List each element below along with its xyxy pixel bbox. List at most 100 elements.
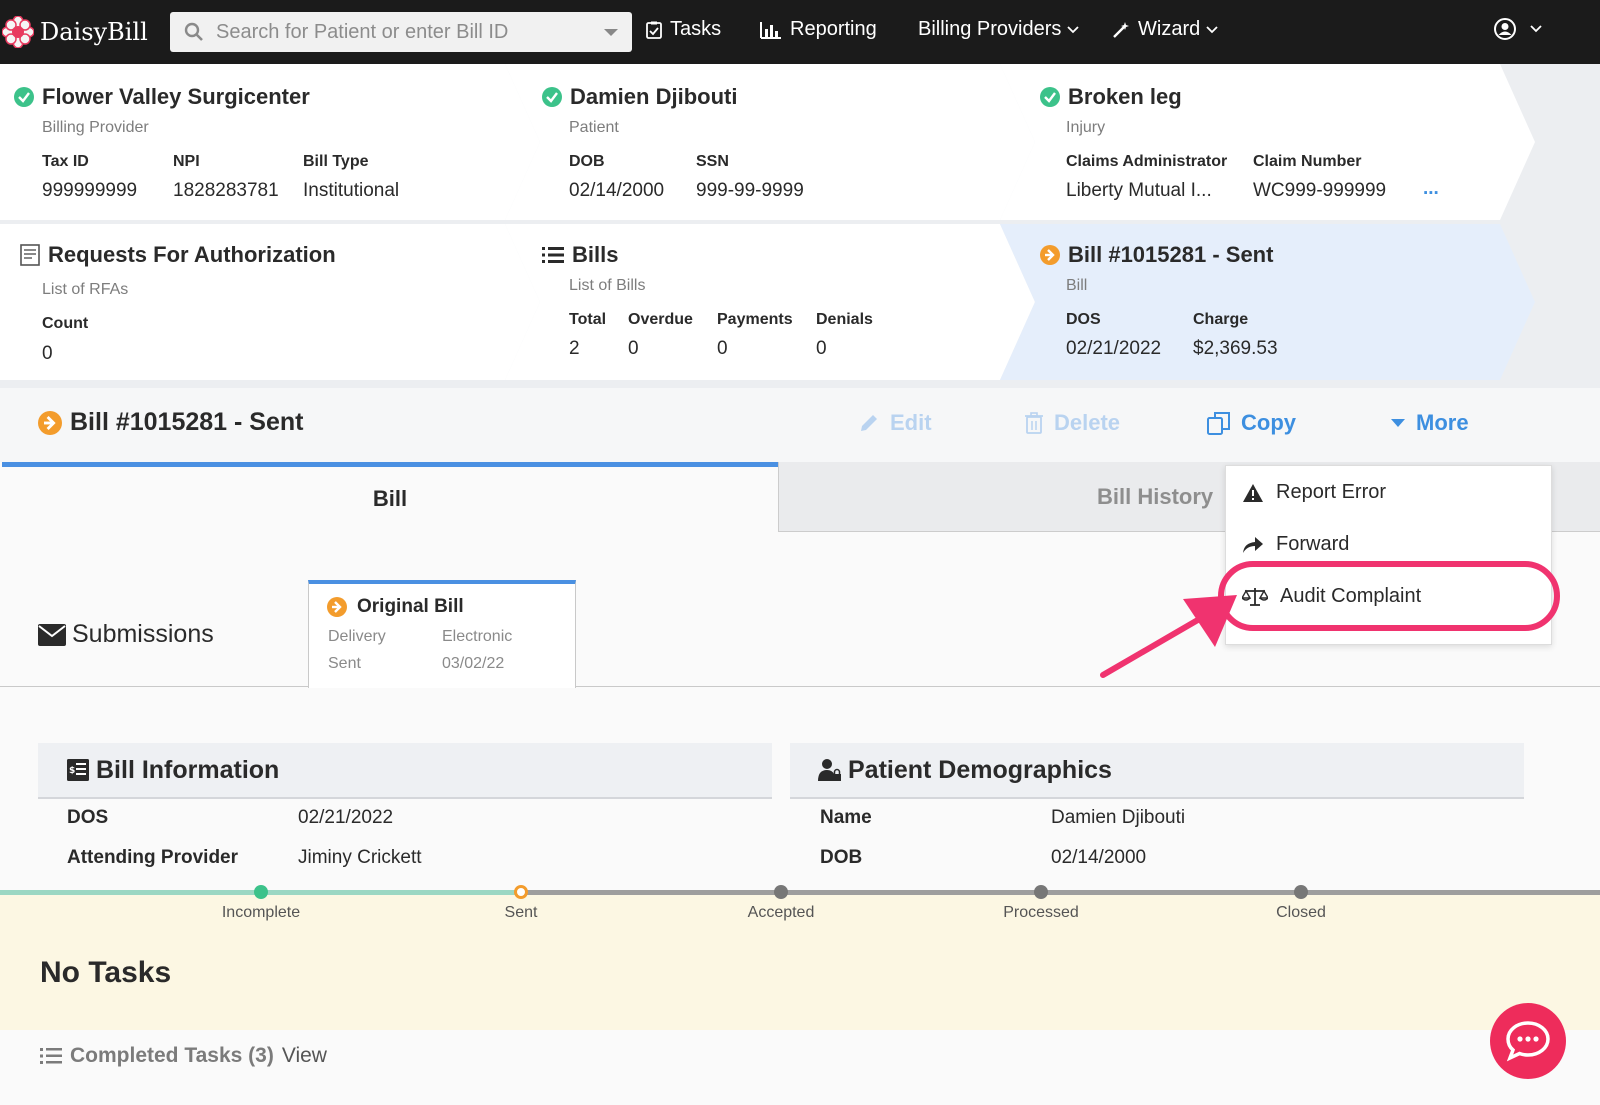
provider-card-title[interactable]: Flower Valley Surgicenter (14, 84, 310, 110)
user-lock-icon (818, 759, 841, 781)
logo-text: DaisyBill (40, 18, 148, 46)
tax-id-value: 999999999 (42, 180, 138, 201)
sent-label: Sent (328, 655, 361, 672)
rfa-subtitle: List of RFAs (42, 281, 129, 298)
bill-charge-value: $2,369.53 (1193, 338, 1278, 359)
completed-tasks-row[interactable]: Completed Tasks (3) View (40, 1044, 327, 1068)
patient-dob-value: 02/14/2000 (569, 180, 665, 201)
share-arrow-icon (1243, 536, 1263, 553)
original-bill-title-text: Original Bill (357, 596, 464, 617)
provider-name: Flower Valley Surgicenter (42, 84, 310, 109)
original-bill-tab[interactable]: Original Bill Delivery Electronic Sent 0… (308, 580, 576, 688)
summary-cards: Flower Valley Surgicenter Billing Provid… (0, 64, 1600, 388)
nav-tasks-label: Tasks (670, 18, 722, 40)
chat-widget-button[interactable] (1490, 1003, 1566, 1079)
bill-dos-label: DOS (1066, 311, 1101, 328)
demo-dob-value: 02/14/2000 (1051, 847, 1147, 868)
step-processed-dot (1034, 885, 1048, 899)
user-menu[interactable] (1494, 18, 1550, 40)
more-button[interactable]: More (1390, 410, 1469, 436)
no-tasks-text: No Tasks (40, 956, 172, 989)
clipboard-check-icon (646, 21, 662, 39)
info-dos-value: 02/21/2022 (298, 807, 394, 828)
bill-type-label: Bill Type (303, 153, 369, 170)
step-accepted-dot (774, 885, 788, 899)
patient-demographics-heading: Patient Demographics (790, 743, 1524, 799)
bill-header-text: Bill #1015281 - Sent (70, 408, 304, 436)
menu-item-forward[interactable]: Forward (1242, 533, 1349, 556)
step-label-processed: Processed (1003, 904, 1079, 921)
submissions-label: Submissions (72, 620, 214, 648)
nav-billing-providers[interactable]: Billing Providers (918, 18, 1087, 41)
chevron-down-icon (1206, 25, 1218, 33)
arrow-circle-right-icon (327, 597, 347, 617)
list-icon (542, 246, 564, 264)
chevron-down-icon (1067, 25, 1080, 33)
check-circle-icon (542, 87, 562, 107)
forward-label: Forward (1276, 533, 1350, 555)
submissions-heading[interactable]: Submissions (38, 620, 214, 649)
patient-card-title[interactable]: Damien Djibouti (542, 84, 737, 110)
bills-total-value: 2 (569, 338, 580, 359)
card-backgrounds (0, 64, 1535, 380)
patient-dob-label: DOB (569, 153, 605, 170)
step-closed-dot (1294, 885, 1308, 899)
logo[interactable]: DaisyBill (2, 16, 162, 48)
attending-provider-label: Attending Provider (67, 847, 239, 868)
patient-demographics-title: Patient Demographics (848, 755, 1112, 784)
npi-value: 1828283781 (173, 180, 279, 201)
bills-overdue-label: Overdue (628, 311, 693, 328)
check-circle-icon (1040, 87, 1060, 107)
bar-chart-icon (760, 21, 781, 39)
bill-card-title[interactable]: Bill #1015281 - Sent (1040, 242, 1273, 268)
injury-more-link[interactable]: ... (1423, 178, 1439, 200)
step-label-accepted: Accepted (747, 904, 815, 921)
delete-button[interactable]: Delete (1024, 410, 1120, 436)
invoice-icon: $ (67, 759, 89, 781)
daisy-logo-icon (2, 16, 34, 48)
search-icon (184, 22, 203, 41)
warning-icon (1243, 483, 1263, 502)
search-placeholder: Search for Patient or enter Bill ID (216, 20, 509, 43)
bills-payments-label: Payments (717, 311, 793, 328)
arrow-circle-right-icon (1040, 245, 1060, 265)
bill-header-title: Bill #1015281 - Sent (38, 408, 303, 437)
bill-information-title: Bill Information (96, 755, 280, 784)
copy-button[interactable]: Copy (1207, 410, 1296, 436)
injury-card-title[interactable]: Broken leg (1040, 84, 1182, 110)
tab-bill[interactable]: Bill (2, 462, 778, 532)
tab-bill-history-label: Bill History (1097, 484, 1214, 509)
menu-item-report-error[interactable]: Report Error (1242, 481, 1386, 504)
rfa-card-title[interactable]: Requests For Authorization (20, 242, 336, 268)
info-dos-label: DOS (67, 807, 109, 828)
nav-reporting[interactable]: Reporting (760, 18, 877, 41)
delivery-label: Delivery (328, 628, 386, 645)
nav-wizard[interactable]: Wizard (1112, 18, 1226, 41)
search-dropdown-icon[interactable] (604, 28, 618, 36)
list-icon (40, 1048, 62, 1064)
nav-tasks[interactable]: Tasks (646, 18, 721, 41)
original-bill-title: Original Bill (327, 596, 464, 618)
rfa-count-label: Count (42, 315, 89, 332)
demo-name-value: Damien Djibouti (1051, 807, 1186, 828)
view-completed-link[interactable]: View (282, 1044, 327, 1068)
step-incomplete-check-icon (254, 885, 268, 899)
bills-total-label: Total (569, 311, 607, 328)
bills-overdue-value: 0 (628, 338, 639, 359)
edit-button[interactable]: Edit (858, 410, 932, 436)
bill-dos-value: 02/21/2022 (1066, 338, 1162, 359)
delivery-value: Electronic (442, 628, 513, 645)
bills-denials-value: 0 (816, 338, 827, 359)
bill-type-value: Institutional (303, 180, 400, 201)
bills-payments-value: 0 (717, 338, 728, 359)
report-error-label: Report Error (1276, 481, 1387, 503)
claims-admin-value: Liberty Mutual I... (1066, 180, 1212, 201)
provider-subtitle: Billing Provider (42, 119, 149, 136)
search-input[interactable]: Search for Patient or enter Bill ID (170, 12, 632, 52)
delete-label: Delete (1054, 410, 1121, 435)
bill-card-subtitle: Bill (1066, 277, 1088, 294)
progress-remaining-line (521, 890, 1600, 895)
bill-header-bar: Bill #1015281 - Sent Edit Delete Copy Mo… (0, 388, 1600, 462)
bills-card-title[interactable]: Bills (542, 242, 618, 268)
nav-billing-providers-label: Billing Providers (918, 18, 1062, 40)
